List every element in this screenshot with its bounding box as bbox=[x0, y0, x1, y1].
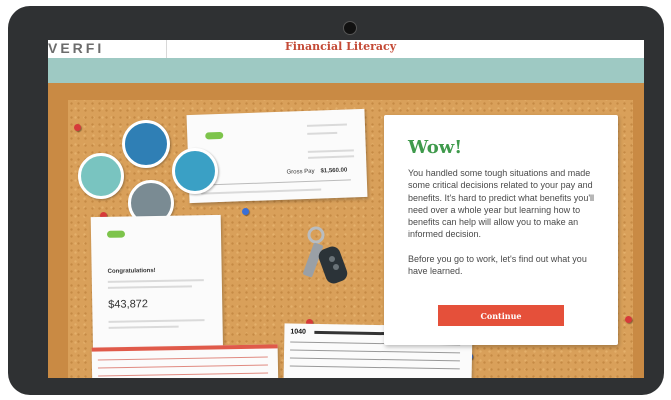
pushpin-icon bbox=[625, 316, 632, 323]
completion-modal: Wow! You handled some tough situations a… bbox=[384, 115, 618, 345]
text-line bbox=[306, 123, 347, 127]
car-keys-icon bbox=[303, 226, 348, 284]
continue-button[interactable]: Continue bbox=[438, 305, 564, 326]
company-logo-icon bbox=[106, 230, 126, 238]
text-line bbox=[107, 279, 204, 283]
modal-paragraph-2: Before you go to work, let's find out wh… bbox=[408, 253, 587, 277]
text-line bbox=[108, 319, 205, 323]
modal-paragraph-1: You handled some tough situations and ma… bbox=[408, 168, 595, 240]
text-line bbox=[307, 131, 338, 135]
modal-title: Wow! bbox=[408, 137, 463, 158]
app-screen: VERFI Financial Literacy Gross Pay $1,56… bbox=[48, 40, 644, 378]
w2-form bbox=[91, 344, 279, 378]
gross-pay-value: $1,560.00 bbox=[320, 167, 348, 175]
magnifier-icon bbox=[172, 148, 218, 194]
paystub-document: Gross Pay $1,560.00 bbox=[186, 108, 368, 204]
brand-logo: VERFI bbox=[48, 40, 105, 56]
text-line bbox=[200, 179, 351, 186]
pushpin-icon bbox=[74, 124, 81, 131]
course-title: Financial Literacy bbox=[285, 40, 397, 53]
text-line bbox=[201, 188, 322, 195]
gross-pay-label: Gross Pay bbox=[286, 168, 315, 176]
pushpin-icon bbox=[242, 208, 249, 215]
company-logo-icon bbox=[205, 131, 224, 140]
text-line bbox=[289, 357, 460, 362]
offer-greeting: Congratulations! bbox=[107, 268, 156, 275]
text-line bbox=[97, 356, 268, 361]
text-line bbox=[108, 325, 179, 329]
tax-form-label: 1040 bbox=[290, 328, 307, 336]
coworker-avatar bbox=[122, 120, 170, 168]
text-line bbox=[97, 364, 268, 369]
employee-avatar bbox=[78, 153, 124, 199]
camera-icon bbox=[343, 21, 357, 35]
offer-salary: $43,872 bbox=[108, 298, 149, 311]
text-line bbox=[289, 365, 460, 370]
text-line bbox=[290, 349, 461, 354]
text-line bbox=[307, 149, 354, 153]
offer-letter-document: Congratulations! $43,872 bbox=[90, 214, 224, 368]
header-divider bbox=[166, 40, 167, 58]
modal-body: You handled some tough situations and ma… bbox=[408, 167, 598, 289]
tablet-frame: VERFI Financial Literacy Gross Pay $1,56… bbox=[8, 6, 664, 395]
text-line bbox=[107, 285, 192, 289]
text-line bbox=[308, 155, 355, 159]
text-line bbox=[98, 372, 269, 377]
header-band bbox=[48, 58, 644, 83]
app-header: VERFI Financial Literacy bbox=[48, 40, 644, 58]
